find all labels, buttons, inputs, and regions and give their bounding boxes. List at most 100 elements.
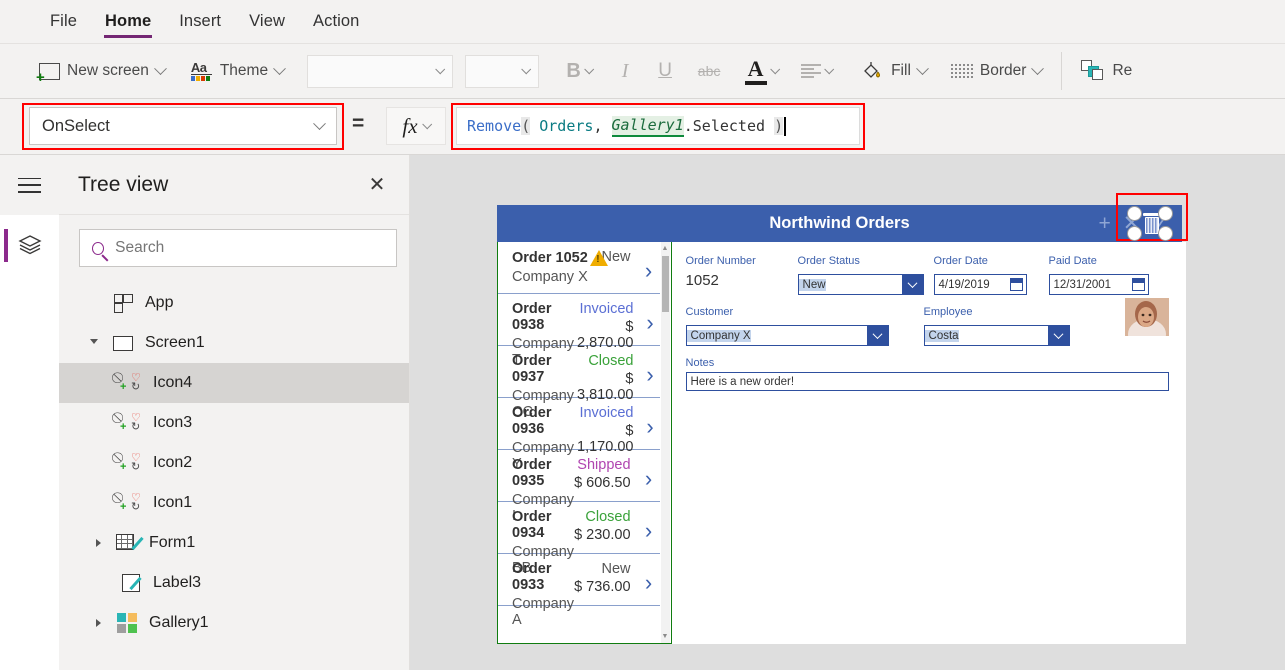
scrollbar-thumb[interactable]	[661, 256, 669, 312]
gallery-row[interactable]: Order 1052 ! Company X New ›	[498, 242, 660, 294]
chevron-right-icon[interactable]: ›	[638, 249, 660, 293]
tree-item-icon4[interactable]: ⃠ ♡ + ↻ Icon4	[59, 363, 409, 403]
paid-date-input[interactable]: 12/31/2001	[1048, 274, 1149, 295]
search-input[interactable]	[115, 239, 384, 257]
gallery-icon	[115, 613, 139, 633]
gallery-row[interactable]: Order 0934 Company BB Closed $ 230.00 ›	[498, 502, 660, 576]
orders-gallery[interactable]: Order 1052 ! Company X New › Order 0938 …	[497, 242, 672, 644]
fill-button[interactable]: Fill	[853, 50, 936, 92]
chevron-right-icon[interactable]: ›	[640, 301, 659, 345]
tree-item-icon2[interactable]: ⃠ ♡ + ↻ Icon2	[59, 443, 409, 483]
notes-value: Here is a new order!	[690, 375, 795, 388]
resize-handle-top-right[interactable]	[1158, 206, 1173, 221]
gallery-row[interactable]: Order 0936 Company Y Invoiced $ 1,170.00…	[498, 398, 660, 472]
order-number-label: Order Number	[685, 255, 756, 267]
resize-handle-top-left[interactable]	[1127, 206, 1142, 221]
main-menu-bar: File Home Insert View Action	[0, 0, 1285, 44]
expander-open-icon[interactable]	[87, 338, 101, 348]
selected-trash-control[interactable]	[1127, 205, 1177, 242]
calendar-icon[interactable]	[1131, 278, 1145, 291]
property-select[interactable]: OnSelect	[29, 107, 337, 145]
chevron-down-icon	[273, 61, 286, 75]
chevron-down-icon[interactable]	[866, 326, 888, 345]
tree-item-app[interactable]: App	[59, 283, 409, 323]
bold-button[interactable]: B	[553, 51, 605, 91]
border-button[interactable]: Border	[942, 50, 1052, 92]
theme-button[interactable]: Aa Theme	[182, 50, 293, 92]
property-select-value: OnSelect	[42, 116, 110, 135]
tree-item-label: Icon3	[153, 414, 193, 431]
order-status-dropdown[interactable]: New	[797, 274, 924, 295]
expander-closed-icon[interactable]	[91, 539, 105, 547]
app-icon	[111, 293, 135, 313]
order-number: Order 0936	[512, 405, 552, 437]
menu-item-view[interactable]: View	[235, 0, 299, 44]
menu-item-file[interactable]: File	[36, 0, 91, 44]
formula-token-control: Gallery1	[611, 115, 684, 137]
tree-item-label: App	[145, 294, 174, 311]
align-button[interactable]	[789, 51, 843, 91]
reorder-button[interactable]: Re	[1072, 50, 1141, 92]
hamburger-menu-button[interactable]	[0, 155, 59, 215]
chevron-right-icon[interactable]: ›	[638, 561, 660, 605]
resize-handle-bottom-right[interactable]	[1158, 226, 1173, 241]
chevron-down-icon[interactable]	[1047, 326, 1069, 345]
italic-button[interactable]: I	[605, 51, 645, 91]
customer-dropdown[interactable]: Company X	[685, 325, 889, 346]
chevron-down-icon	[435, 63, 446, 74]
gallery-row[interactable]: Order 0937 Company CC Closed $ 3,810.00 …	[498, 346, 660, 420]
close-icon[interactable]: ✕	[364, 172, 390, 198]
chevron-down-icon[interactable]	[901, 275, 923, 294]
chevron-right-icon[interactable]: ›	[638, 509, 660, 553]
tree-item-icon3[interactable]: ⃠ ♡ + ↻ Icon3	[59, 403, 409, 443]
chevron-right-icon[interactable]: ›	[640, 405, 659, 449]
formula-token-table: Orders	[530, 117, 594, 135]
search-box[interactable]	[79, 229, 397, 267]
gallery-row[interactable]: Order 0935 Company I Shipped $ 606.50 ›	[498, 450, 660, 524]
paid-date-label: Paid Date	[1048, 255, 1097, 267]
tree-item-label3[interactable]: Label3	[59, 563, 409, 603]
fx-button[interactable]: fx	[386, 107, 446, 145]
notes-input[interactable]: Here is a new order!	[685, 372, 1169, 391]
resize-handle-bottom-left[interactable]	[1127, 226, 1142, 241]
chevron-down-icon	[584, 63, 594, 74]
tree-item-gallery1[interactable]: Gallery1	[59, 603, 409, 643]
scroll-down-icon[interactable]: ▼	[662, 630, 669, 643]
font-family-select[interactable]	[307, 54, 454, 88]
gallery-scrollbar[interactable]: ▲ ▼	[660, 242, 670, 643]
calendar-icon[interactable]	[1009, 278, 1023, 291]
new-screen-button[interactable]: + New screen	[30, 50, 174, 92]
order-date-field: Order Date 4/19/2019	[933, 255, 1049, 295]
employee-dropdown[interactable]: Costa	[923, 325, 1070, 346]
order-date-input[interactable]: 4/19/2019	[933, 274, 1027, 295]
tree-item-label: Icon1	[153, 494, 193, 511]
strikethrough-button[interactable]: abc	[685, 51, 733, 91]
formula-token-property: .Selected	[683, 117, 775, 135]
font-color-label: A	[747, 55, 764, 81]
order-date-value: 4/19/2019	[938, 278, 990, 291]
formula-input[interactable]: Remove( Orders, Gallery1 .Selected )	[456, 107, 860, 145]
tree-item-screen1[interactable]: Screen1	[59, 323, 409, 363]
theme-icon: Aa	[190, 60, 213, 81]
tree-item-icon1[interactable]: ⃠ ♡ + ↻ Icon1	[59, 483, 409, 523]
tree-item-form1[interactable]: Form1	[59, 523, 409, 563]
menu-item-action[interactable]: Action	[299, 0, 373, 44]
font-color-button[interactable]: A	[733, 51, 789, 91]
scroll-up-icon[interactable]: ▲	[662, 242, 669, 255]
employee-value: Costa	[924, 329, 959, 342]
gallery-row[interactable]: Order 0938 Company T Invoiced $ 2,870.00…	[498, 294, 660, 368]
tree-view-rail-button[interactable]	[0, 215, 59, 277]
font-size-select[interactable]	[465, 54, 540, 88]
chevron-right-icon[interactable]: ›	[638, 457, 660, 501]
underline-button[interactable]: U	[645, 51, 685, 91]
add-icon[interactable]: +	[1099, 213, 1111, 234]
gallery-row[interactable]: Order 0933 Company A New $ 736.00 ›	[498, 554, 660, 628]
employee-avatar	[1124, 298, 1169, 336]
reorder-label: Re	[1112, 62, 1133, 79]
chevron-right-icon[interactable]: ›	[640, 353, 659, 397]
menu-item-insert[interactable]: Insert	[165, 0, 235, 44]
menu-item-home[interactable]: Home	[91, 0, 165, 44]
order-number-value: 1052	[685, 272, 719, 289]
expander-closed-icon[interactable]	[91, 619, 105, 627]
new-screen-label: New screen	[67, 62, 149, 79]
